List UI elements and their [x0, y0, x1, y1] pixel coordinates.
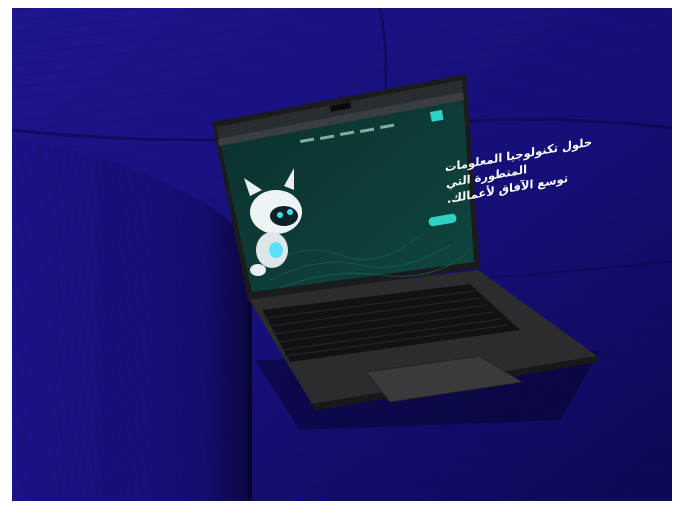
site-logo: [430, 109, 444, 122]
laptop-on-couch-photo: حلول تكنولوجيا المعلومات المتطورة التي ت…: [0, 0, 682, 513]
